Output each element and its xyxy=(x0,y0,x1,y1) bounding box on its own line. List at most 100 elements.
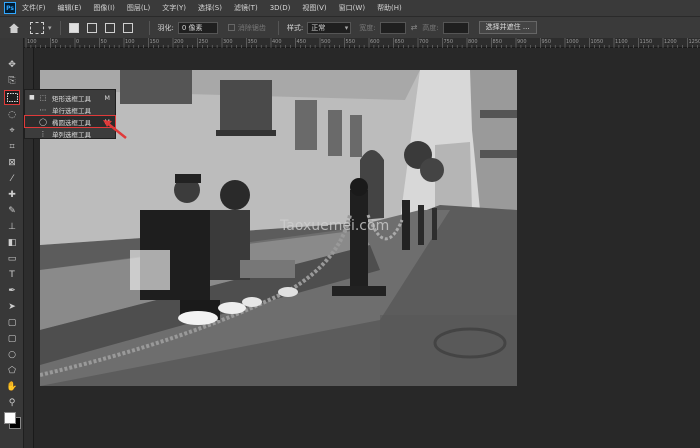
menu-select[interactable]: 选择(S) xyxy=(198,3,222,13)
watermark-text: Taoxuemei.com xyxy=(279,218,389,234)
ruler-tick-label: 1250 xyxy=(688,39,700,45)
ruler-tick-label: 950 xyxy=(541,39,552,45)
pen-tool-icon[interactable]: ✒ xyxy=(5,284,19,297)
home-icon[interactable] xyxy=(8,22,20,34)
menu-edit[interactable]: 编辑(E) xyxy=(58,3,82,13)
eyedropper-tool-icon[interactable]: ⁄ xyxy=(5,172,19,185)
eraser-tool-icon[interactable]: ◧ xyxy=(5,236,19,249)
ruler-tick-label: 200 xyxy=(174,39,184,45)
ellipse-tool-icon[interactable]: ○ xyxy=(5,348,19,361)
stamp-tool-icon[interactable]: ⊥ xyxy=(5,220,19,233)
menu-filter[interactable]: 滤镜(T) xyxy=(234,3,258,13)
polygon-tool-icon[interactable]: ⬠ xyxy=(5,364,19,377)
divider xyxy=(59,20,61,35)
intersect-selection-button[interactable] xyxy=(122,22,133,33)
ruler-tick-label: 1000 xyxy=(566,39,579,45)
menu-file[interactable]: 文件(F) xyxy=(22,3,46,13)
height-label: 高度: xyxy=(422,23,439,32)
photoshop-logo: Ps xyxy=(4,2,16,14)
feather-label: 羽化: xyxy=(157,23,174,32)
menu-window[interactable]: 窗口(W) xyxy=(339,3,365,13)
ruler-tick-label: 250 xyxy=(198,39,209,45)
lasso-tool-icon[interactable]: ◌ xyxy=(5,108,19,121)
ruler-tick-label: 150 xyxy=(149,39,160,45)
single-row-icon: ⋯ xyxy=(39,105,47,114)
style-label: 样式: xyxy=(286,23,304,32)
height-input[interactable] xyxy=(442,21,469,34)
ruler-tick-label: 350 xyxy=(247,39,258,45)
healing-brush-icon[interactable]: ✚ xyxy=(5,188,19,201)
zoom-tool-icon[interactable]: ⚲ xyxy=(5,396,19,409)
foreground-color-swatch[interactable] xyxy=(4,412,16,424)
crop-tool-icon[interactable]: ⌗ xyxy=(5,140,19,153)
move-tool-icon[interactable]: ✥ xyxy=(5,58,19,71)
marquee-tool-icon[interactable] xyxy=(4,90,20,105)
annotation-arrow-icon xyxy=(103,120,127,139)
ruler-tick-label: 600 xyxy=(370,39,380,45)
rect-marquee-icon: ⬚ xyxy=(39,93,47,102)
menu-help[interactable]: 帮助(H) xyxy=(377,3,402,13)
type-tool-icon[interactable]: T xyxy=(5,268,19,281)
ruler-tick-label: 400 xyxy=(272,39,282,45)
frame-tool-icon[interactable]: ⊠ xyxy=(5,156,19,169)
ruler-tick-label: 100 xyxy=(125,39,135,45)
path-select-tool-icon[interactable]: ➤ xyxy=(5,300,19,313)
tools-panel: ✥ ⎘ ◌ ⌖ ⌗ ⊠ ⁄ ✚ ✎ ⊥ ◧ ▭ T ✒ ➤ ▢ ▢ ○ ⬠ ✋ … xyxy=(0,38,24,448)
ruler-tick-label: 850 xyxy=(492,39,503,45)
ruler-tick-label: 500 xyxy=(321,39,331,45)
rect-marquee-preset-icon[interactable] xyxy=(30,21,44,34)
flyout-item-label: 椭圆选框工具 xyxy=(52,118,91,127)
add-selection-button[interactable] xyxy=(86,22,97,33)
quick-select-tool-icon[interactable]: ⌖ xyxy=(5,124,19,137)
rounded-rect-tool-icon[interactable]: ▢ xyxy=(5,332,19,345)
menu-type[interactable]: 文字(Y) xyxy=(162,3,186,13)
ruler-tick-label: 1200 xyxy=(664,39,677,45)
ruler-tick-label: 50 xyxy=(100,39,107,45)
hand-tool-icon[interactable]: ✋ xyxy=(5,380,19,393)
menu-3d[interactable]: 3D(D) xyxy=(270,4,291,12)
swap-icon[interactable]: ⇄ xyxy=(411,23,418,32)
flyout-item-label: 矩形选框工具 xyxy=(52,94,91,103)
ruler-tick-label: 1100 xyxy=(615,39,628,45)
artboard-tool-icon[interactable]: ⎘ xyxy=(5,74,19,87)
selected-bullet-icon: ■ xyxy=(29,94,35,101)
flyout-item-label: 单行选框工具 xyxy=(52,106,91,115)
antialias-checkbox[interactable] xyxy=(227,24,235,31)
flyout-item-shortcut: M xyxy=(104,93,110,102)
ruler-tick-label: 0 xyxy=(76,39,80,45)
ruler-tick-label: 700 xyxy=(419,39,429,45)
divider xyxy=(148,20,150,35)
flyout-item-rect-marquee[interactable]: ■ ⬚ 矩形选框工具 M xyxy=(25,92,115,103)
horizontal-ruler: 100 50 0 50 100 150 200 250 300 350 400 450 500 550 60… xyxy=(24,38,700,48)
menu-layer[interactable]: 图层(L) xyxy=(127,3,150,13)
gradient-tool-icon[interactable]: ▭ xyxy=(5,252,19,265)
ruler-tick-label: 750 xyxy=(443,39,454,45)
subtract-selection-button[interactable] xyxy=(104,22,115,33)
ellipse-marquee-icon: ◯ xyxy=(39,117,47,126)
width-input[interactable] xyxy=(379,21,406,34)
ruler-tick-label: 100 xyxy=(27,39,37,45)
ruler-tick-label: 1150 xyxy=(639,39,653,45)
divider xyxy=(277,20,279,35)
brush-tool-icon[interactable]: ✎ xyxy=(5,204,19,217)
menu-view[interactable]: 视图(V) xyxy=(302,3,326,13)
menu-bar: Ps 文件(F) 编辑(E) 图像(I) 图层(L) 文字(Y) 选择(S) 滤… xyxy=(0,0,700,16)
options-bar: ▾ 羽化: 0 像素 消除锯齿 样式: 正常 宽度: ⇄ 高度: 选择并遮住 .… xyxy=(0,16,700,38)
rectangle-tool-icon[interactable]: ▢ xyxy=(5,316,19,329)
style-select[interactable]: 正常 xyxy=(307,21,352,34)
chevron-down-icon[interactable]: ▾ xyxy=(48,24,52,32)
ruler-tick-label: 900 xyxy=(517,39,527,45)
select-and-mask-button[interactable]: 选择并遮住 ... xyxy=(478,21,537,34)
ruler-tick-label: 450 xyxy=(296,39,307,45)
menu-image[interactable]: 图像(I) xyxy=(93,3,115,13)
width-label: 宽度: xyxy=(359,23,376,32)
ruler-tick-label: 1050 xyxy=(590,39,604,45)
ruler-tick-label: 300 xyxy=(223,39,233,45)
ruler-tick-label: 650 xyxy=(394,39,405,45)
flyout-item-label: 单列选框工具 xyxy=(52,130,91,139)
new-selection-button[interactable] xyxy=(68,22,79,33)
ruler-tick-label: 800 xyxy=(468,39,478,45)
ruler-tick-label: 550 xyxy=(345,39,356,45)
feather-input[interactable]: 0 像素 xyxy=(177,21,218,34)
ruler-tick-label: 50 xyxy=(51,39,58,45)
